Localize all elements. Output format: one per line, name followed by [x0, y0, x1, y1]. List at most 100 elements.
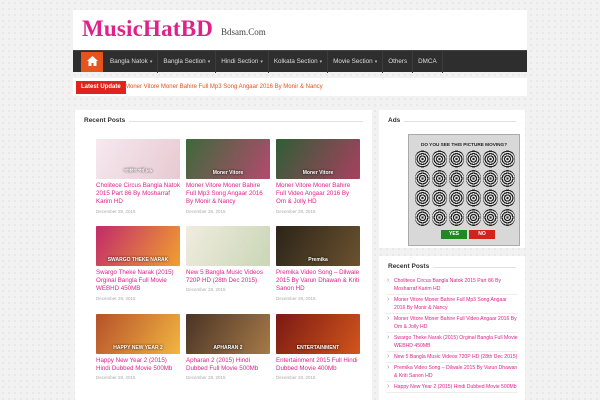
latest-update-link[interactable]: Moner Vitore Moner Bahire Full Mp3 Song …: [125, 81, 323, 94]
post-thumbnail[interactable]: Moner Vitore: [186, 139, 270, 179]
section-divider: [388, 121, 516, 122]
illusion-swirl: [500, 150, 515, 168]
sidebar-recent-link[interactable]: New 5 Bangla Music Videos 720P HD (28th …: [386, 352, 518, 363]
nav-item-hindi-section[interactable]: Hindi Section ▾: [216, 51, 269, 73]
home-button[interactable]: [81, 52, 103, 72]
thumbnail-caption: Moner Vitore: [302, 170, 334, 176]
post-date: December 28, 2015: [96, 208, 136, 214]
post-date: December 28, 2015: [186, 287, 226, 293]
illusion-swirl: [432, 189, 447, 207]
post-title-link[interactable]: Swargo Theke Narak (2015) Orginal Bangla…: [96, 269, 180, 294]
post-title-link[interactable]: Happy New Year 2 (2015) Hindi Dubbed Mov…: [96, 357, 180, 373]
illusion-swirl: [449, 208, 464, 226]
illusion-swirl: [432, 169, 447, 187]
thumbnail-caption: ENTERTAINMENT: [296, 345, 340, 351]
sidebar-recent-link[interactable]: Premika Video Song – Dilwale 2015 By Var…: [386, 363, 518, 382]
post-thumbnail[interactable]: Moner Vitore: [276, 139, 360, 179]
post-date: December 28, 2015: [186, 208, 226, 214]
nav-item-movie-section[interactable]: Movie Section ▾: [328, 51, 384, 73]
illusion-swirl: [500, 169, 515, 187]
ad-banner[interactable]: DO YOU SEE THIS PICTURE MOVING? YES NO: [408, 134, 520, 246]
illusion-swirl: [483, 150, 498, 168]
illusion-pattern: [415, 150, 515, 226]
nav-item-dmca[interactable]: DMCA: [413, 51, 443, 73]
sidebar-recent-posts: Recent Posts Cholitece Circus Bangla Nat…: [379, 256, 525, 400]
chevron-down-icon: ▾: [207, 59, 211, 65]
post-card: New 5 Bangla Music Videos 720P HD (28th …: [186, 226, 270, 292]
nav-item-label: Movie Section: [333, 58, 373, 65]
post-thumbnail[interactable]: HAPPY NEW YEAR 2: [96, 314, 180, 354]
nav-item-label: Others: [388, 58, 408, 65]
illusion-swirl: [483, 208, 498, 226]
post-thumbnail[interactable]: [186, 226, 270, 266]
thumbnail-caption: Premika: [308, 257, 328, 263]
illusion-swirl: [466, 169, 481, 187]
nav-item-label: Bangla Section: [163, 58, 206, 65]
sidebar-recent-link[interactable]: Swargo Theke Narak (2015) Orginal Bangla…: [386, 333, 518, 352]
latest-update-label: Latest Update: [76, 81, 126, 94]
post-card: SWARGO THEKE NARAK Swargo Theke Narak (20…: [96, 226, 180, 301]
sidebar-recent-link[interactable]: Cholitece Circus Bangla Natok 2015 Part …: [386, 276, 518, 295]
sidebar-recent-link[interactable]: Happy New Year 2 (2015) Hindi Dubbed Mov…: [386, 382, 518, 393]
post-date: December 28, 2015: [96, 295, 136, 301]
recent-posts-section: Recent Posts সার্কাস পর্ব ৮৬ Cholitece Ci…: [75, 110, 372, 400]
post-title-link[interactable]: New 5 Bangla Music Videos 720P HD (28th …: [186, 269, 270, 285]
illusion-swirl: [432, 208, 447, 226]
post-thumbnail[interactable]: সার্কাস পর্ব ৮৬: [96, 139, 180, 179]
thumbnail-caption: সার্কাস পর্ব ৮৬: [123, 168, 153, 174]
ad-yes-button[interactable]: YES: [441, 230, 467, 239]
post-card: APHARAN 2 Apharan 2 (2015) Hindi Dubbed F…: [186, 314, 270, 380]
main-navigation: Bangla Natok ▾ Bangla Section ▾ Hindi Sectio…: [73, 50, 527, 73]
thumbnail-caption: Moner Vitore: [212, 170, 244, 176]
post-thumbnail[interactable]: SWARGO THEKE NARAK: [96, 226, 180, 266]
ads-title: Ads: [388, 117, 405, 124]
thumbnail-caption: APHARAN 2: [213, 345, 243, 351]
post-card: Moner Vitore Moner Vitore Moner Bahire Fu…: [276, 139, 360, 214]
sidebar-recent-link[interactable]: Moner Vitore Moner Bahire Full Video Ang…: [386, 314, 518, 333]
thumbnail-caption: SWARGO THEKE NARAK: [107, 257, 169, 263]
illusion-swirl: [500, 189, 515, 207]
illusion-swirl: [466, 189, 481, 207]
illusion-swirl: [483, 189, 498, 207]
chevron-down-icon: ▾: [149, 59, 153, 65]
latest-update-bar: Latest Update Moner Vitore Moner Bahire …: [73, 78, 527, 96]
post-card: HAPPY NEW YEAR 2 Happy New Year 2 (2015) …: [96, 314, 180, 380]
recent-posts-title: Recent Posts: [84, 117, 130, 124]
nav-item-bangla-section[interactable]: Bangla Section ▾: [158, 51, 217, 73]
nav-item-others[interactable]: Others: [383, 51, 414, 73]
ad-question: DO YOU SEE THIS PICTURE MOVING?: [420, 142, 508, 147]
post-title-link[interactable]: Apharan 2 (2015) Hindi Dubbed Full Movie…: [186, 357, 270, 373]
illusion-swirl: [449, 150, 464, 168]
nav-item-label: DMCA: [418, 58, 437, 65]
post-thumbnail[interactable]: ENTERTAINMENT: [276, 314, 360, 354]
thumbnail-caption: HAPPY NEW YEAR 2: [113, 345, 163, 351]
sidebar-recent-link[interactable]: Moner Vitore Moner Bahire Full Mp3 Song …: [386, 295, 518, 314]
illusion-swirl: [415, 169, 430, 187]
post-title-link[interactable]: Moner Vitore Moner Bahire Full Mp3 Song …: [186, 182, 270, 207]
post-title-link[interactable]: Moner Vitore Moner Bahire Full Video Ang…: [276, 182, 360, 207]
post-date: December 28, 2015: [276, 208, 316, 214]
nav-menu: Bangla Natok ▾ Bangla Section ▾ Hindi Sectio…: [105, 51, 443, 73]
site-header: MusicHatBD Bdsam.Com: [73, 10, 527, 50]
nav-item-label: Kolkata Section: [273, 58, 318, 65]
chevron-down-icon: ▾: [260, 59, 263, 65]
post-date: December 28, 2015: [276, 375, 316, 381]
post-thumbnail[interactable]: APHARAN 2: [186, 314, 270, 354]
ad-no-button[interactable]: NO: [469, 230, 495, 239]
illusion-swirl: [466, 208, 481, 226]
post-date: December 28, 2015: [276, 295, 316, 301]
post-thumbnail[interactable]: Premika: [276, 226, 360, 266]
post-title-link[interactable]: Entertainment 2015 Full Hindi Dubbed Mov…: [276, 357, 360, 373]
nav-item-kolkata-section[interactable]: Kolkata Section ▾: [269, 51, 329, 73]
post-title-link[interactable]: Premika Video Song – Dilwale 2015 By Var…: [276, 269, 360, 294]
nav-item-bangla-natok[interactable]: Bangla Natok ▾: [105, 51, 159, 73]
home-icon: [86, 53, 98, 71]
illusion-swirl: [415, 150, 430, 168]
chevron-down-icon: ▾: [374, 59, 378, 65]
illusion-swirl: [466, 150, 481, 168]
post-date: December 28, 2015: [186, 375, 226, 381]
ads-widget: Ads DO YOU SEE THIS PICTURE MOVING? YES …: [379, 110, 525, 248]
site-logo[interactable]: MusicHatBD: [82, 16, 213, 42]
post-card: Moner Vitore Moner Vitore Moner Bahire Fu…: [186, 139, 270, 214]
post-title-link[interactable]: Cholitece Circus Bangla Natok 2015 Part …: [96, 182, 180, 207]
